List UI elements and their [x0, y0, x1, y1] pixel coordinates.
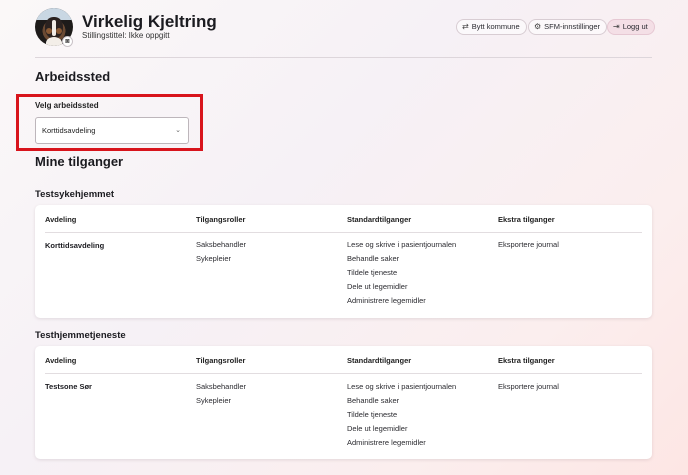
standard-access-item: Tildele tjeneste [347, 410, 398, 419]
standard-access-item: Behandle saker [347, 254, 400, 263]
logout-button[interactable]: ⇥ Logg ut [607, 19, 655, 35]
standard-access-item: Tildele tjeneste [347, 268, 398, 277]
column-header-roles: Tilgangsroller [196, 356, 246, 365]
access-title: Mine tilganger [35, 154, 124, 169]
standard-access-item: Behandle saker [347, 396, 400, 405]
avatar-detail [46, 37, 62, 46]
divider [45, 232, 642, 233]
column-header-standard: Standardtilganger [347, 215, 412, 224]
standard-access-list: Lese og skrive i pasientjournalen Behand… [347, 238, 456, 308]
standard-access-item: Lese og skrive i pasientjournalen [347, 382, 457, 391]
camera-icon[interactable]: ◙ [62, 36, 73, 47]
column-header-standard: Standardtilganger [347, 356, 412, 365]
role-item: Saksbehandler [196, 240, 247, 249]
extra-access-list: Eksportere journal [498, 238, 559, 252]
avatar-detail [52, 20, 56, 36]
extra-access-list: Eksportere journal [498, 380, 559, 394]
logout-label: Logg ut [622, 22, 648, 31]
department-name: Korttidsavdeling [45, 241, 105, 250]
standard-access-item: Lese og skrive i pasientjournalen [347, 240, 457, 249]
user-job-title: Stillingstittel: Ikke oppgitt [82, 31, 170, 40]
standard-access-item: Administrere legemidler [347, 296, 426, 305]
switch-municipality-label: Bytt kommune [471, 22, 520, 31]
switch-municipality-button[interactable]: ⇄ Bytt kommune [456, 19, 527, 35]
avatar-detail [56, 28, 62, 34]
role-item: Sykepleier [196, 396, 232, 405]
column-header-department: Avdeling [45, 356, 77, 365]
swap-arrows-icon: ⇄ [462, 22, 469, 31]
sfm-settings-button[interactable]: ⚙ SFM-innstillinger [528, 19, 608, 35]
department-name: Testsone Sør [45, 382, 92, 391]
column-header-department: Avdeling [45, 215, 77, 224]
role-item: Sykepleier [196, 254, 232, 263]
user-name: Virkelig Kjeltring [82, 12, 217, 31]
gear-icon: ⚙ [534, 22, 542, 31]
logout-icon: ⇥ [613, 22, 620, 31]
extra-access-item: Eksportere journal [498, 382, 559, 391]
roles-list: Saksbehandler Sykepleier [196, 380, 246, 408]
standard-access-item: Dele ut legemidler [347, 424, 408, 433]
group-title: Testsykehjemmet [35, 189, 115, 200]
role-item: Saksbehandler [196, 382, 247, 391]
highlight-box [16, 94, 203, 151]
sfm-settings-label: SFM-innstillinger [544, 22, 601, 31]
column-header-extra: Ekstra tilganger [498, 215, 555, 224]
group-title: Testhjemmetjeneste [35, 330, 126, 341]
extra-access-item: Eksportere journal [498, 240, 559, 249]
column-header-extra: Ekstra tilganger [498, 356, 555, 365]
standard-access-item: Administrere legemidler [347, 438, 426, 447]
access-card: Avdeling Tilgangsroller Standardtilgange… [35, 205, 652, 318]
workplace-title: Arbeidssted [35, 69, 111, 84]
access-card: Avdeling Tilgangsroller Standardtilgange… [35, 346, 652, 459]
page-header: ◙ Virkelig Kjeltring Stillingstittel: Ik… [35, 8, 655, 58]
standard-access-item: Dele ut legemidler [347, 282, 408, 291]
column-header-roles: Tilgangsroller [196, 215, 246, 224]
standard-access-list: Lese og skrive i pasientjournalen Behand… [347, 380, 456, 450]
divider [45, 373, 642, 374]
roles-list: Saksbehandler Sykepleier [196, 238, 246, 266]
